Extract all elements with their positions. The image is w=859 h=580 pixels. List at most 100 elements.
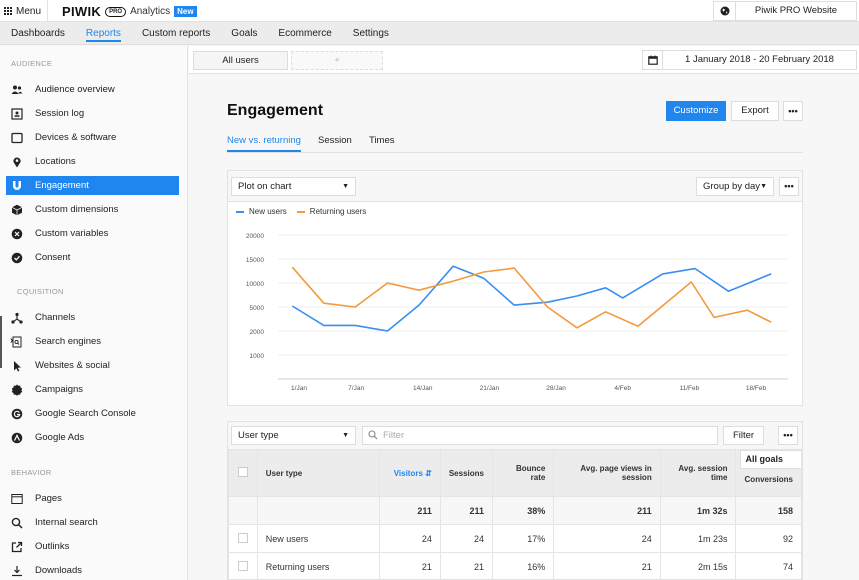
col-visitors[interactable]: Visitors ⇵ <box>379 449 441 497</box>
sidebar-item-custom-dimensions[interactable]: Custom dimensions <box>6 200 179 219</box>
grid-icon <box>4 7 12 15</box>
table-card: User type ▼ Filter Filter ••• User type … <box>227 421 803 580</box>
tab-new-vs-returning[interactable]: New vs. returning <box>227 136 301 152</box>
nav-ecommerce[interactable]: Ecommerce <box>278 22 331 44</box>
y-tick-label: 15000 <box>246 257 264 264</box>
sidebar-resize-handle[interactable] <box>0 316 2 368</box>
sort-icon: ⇵ <box>425 468 432 478</box>
group-by-select[interactable]: Group by day ▼ <box>696 177 774 196</box>
dimension-select[interactable]: User type ▼ <box>231 426 356 445</box>
nav-goals[interactable]: Goals <box>231 22 257 44</box>
sidebar-item-label: Outlinks <box>35 541 70 552</box>
customize-button[interactable]: Customize <box>666 101 726 121</box>
series-line-returning-users <box>291 266 772 329</box>
table-cell: 24 <box>439 524 493 553</box>
sidebar-item-session-log[interactable]: Session log <box>6 104 179 123</box>
sidebar-item-pages[interactable]: Pages <box>6 489 179 508</box>
sidebar-section-behavior: BEHAVIOR <box>11 468 52 477</box>
sidebar-item-label: Pages <box>35 493 62 504</box>
sidebar-item-internal-search[interactable]: Internal search <box>6 513 179 532</box>
x-tick-label: 7/Jan <box>348 385 364 392</box>
col-conversions[interactable]: All goals Conversions <box>735 449 802 497</box>
select-all-checkbox[interactable] <box>237 467 248 477</box>
plot-on-chart-select[interactable]: Plot on chart ▼ <box>231 177 356 196</box>
sidebar: › AUDIENCE Audience overview Session log De… <box>0 46 188 580</box>
app-name: Analytics <box>130 6 171 17</box>
sidebar-item-channels[interactable]: Channels <box>6 308 179 327</box>
x-tick-label: 1/Jan <box>291 385 307 392</box>
col-visitors-label: Visitors <box>393 468 423 478</box>
col-avg-page-views[interactable]: Avg. page views in session <box>553 449 661 497</box>
col-avg-session-time[interactable]: Avg. session time <box>659 449 737 497</box>
table-cell[interactable]: New users <box>256 524 381 553</box>
page-more-button[interactable]: ••• <box>783 101 803 121</box>
legend-label-returning: Returning users <box>309 207 367 216</box>
sidebar-item-label: Downloads <box>35 565 82 576</box>
sidebar-item-google-search-console[interactable]: Google Search Console <box>6 404 179 423</box>
nav-settings[interactable]: Settings <box>353 22 389 44</box>
table-row: Returning users 21 21 16% 21 2m 15s 74 <box>228 552 802 579</box>
sidebar-item-outlinks[interactable]: Outlinks <box>6 537 179 556</box>
table-cell: 21 <box>439 552 493 579</box>
sidebar-item-label: Consent <box>35 252 71 263</box>
date-range-picker[interactable]: 1 January 2018 - 20 February 2018 <box>642 50 857 70</box>
segment-all-users[interactable]: All users <box>193 51 288 70</box>
tab-times[interactable]: Times <box>369 136 395 146</box>
table-cell: 211 <box>553 496 661 525</box>
sidebar-item-consent[interactable]: Consent <box>6 248 179 267</box>
website-selector[interactable]: Piwik PRO Website <box>713 1 857 21</box>
col-bounce-rate[interactable]: Bounce rate <box>491 449 555 497</box>
col-user-type[interactable]: User type <box>256 449 381 497</box>
sidebar-item-label: Devices & software <box>35 132 117 143</box>
top-bar: Menu PIWIK PRO Analytics New Piwik PRO W… <box>0 0 859 22</box>
add-segment-button[interactable]: + <box>291 51 383 70</box>
table-more-button[interactable]: ••• <box>778 426 798 445</box>
table-row: New users 24 24 17% 24 1m 23s 92 <box>228 524 802 553</box>
table-cell[interactable]: Returning users <box>256 552 381 579</box>
sidebar-item-label: Session log <box>35 108 85 119</box>
cube-icon <box>11 204 23 216</box>
row-checkbox[interactable] <box>237 532 248 543</box>
sidebar-item-locations[interactable]: Locations <box>6 152 179 171</box>
tab-session[interactable]: Session <box>318 136 352 146</box>
sidebar-item-engagement[interactable]: Engagement <box>6 176 179 195</box>
sidebar-item-label: Channels <box>35 312 76 323</box>
sidebar-item-label: Internal search <box>35 517 98 528</box>
sidebar-item-audience-overview[interactable]: Audience overview <box>6 80 179 99</box>
filter-input[interactable]: Filter <box>362 426 718 445</box>
sidebar-item-campaigns[interactable]: Campaigns <box>6 380 179 399</box>
legend-new-users[interactable]: New users <box>236 207 287 216</box>
sidebar-item-custom-variables[interactable]: Custom variables <box>6 224 179 243</box>
window-icon <box>11 493 23 505</box>
export-button[interactable]: Export <box>731 101 779 121</box>
chart-more-button[interactable]: ••• <box>779 177 799 196</box>
google-icon <box>11 408 23 420</box>
sidebar-item-devices-software[interactable]: Devices & software <box>6 128 179 147</box>
google-ads-icon <box>11 432 23 444</box>
chevron-down-icon: ▼ <box>342 183 349 190</box>
col-sessions[interactable]: Sessions <box>439 449 493 497</box>
data-table: User type Visitors ⇵ Sessions Bounce rat… <box>228 449 802 579</box>
y-tick-label: 5000 <box>250 305 265 312</box>
sidebar-item-websites-social[interactable]: Websites & social <box>6 356 179 375</box>
sidebar-item-label: Google Ads <box>35 432 85 443</box>
table-cell: 21 <box>379 552 441 579</box>
legend-returning-users[interactable]: Returning users <box>296 207 367 216</box>
filter-button[interactable]: Filter <box>723 426 764 445</box>
goals-select[interactable]: All goals <box>740 450 802 469</box>
sidebar-item-search-engines[interactable]: Search engines <box>6 332 179 351</box>
sidebar-item-google-ads[interactable]: Google Ads <box>6 428 179 447</box>
filter-placeholder: Filter <box>383 430 405 441</box>
sidebar-item-downloads[interactable]: Downloads <box>6 561 179 580</box>
nav-custom-reports[interactable]: Custom reports <box>142 22 210 44</box>
sidebar-item-label: Websites & social <box>35 360 110 371</box>
select-all-cell <box>228 449 258 497</box>
logo[interactable]: PIWIK PRO Analytics New <box>62 4 197 19</box>
row-checkbox[interactable] <box>237 560 248 571</box>
menu-button[interactable]: Menu <box>0 0 48 22</box>
sidebar-item-label: Engagement <box>35 180 89 191</box>
nav-dashboards[interactable]: Dashboards <box>11 22 65 44</box>
chevron-down-icon: ▼ <box>760 183 767 190</box>
nav-reports[interactable]: Reports <box>85 22 121 44</box>
legend-swatch-returning <box>296 210 305 213</box>
